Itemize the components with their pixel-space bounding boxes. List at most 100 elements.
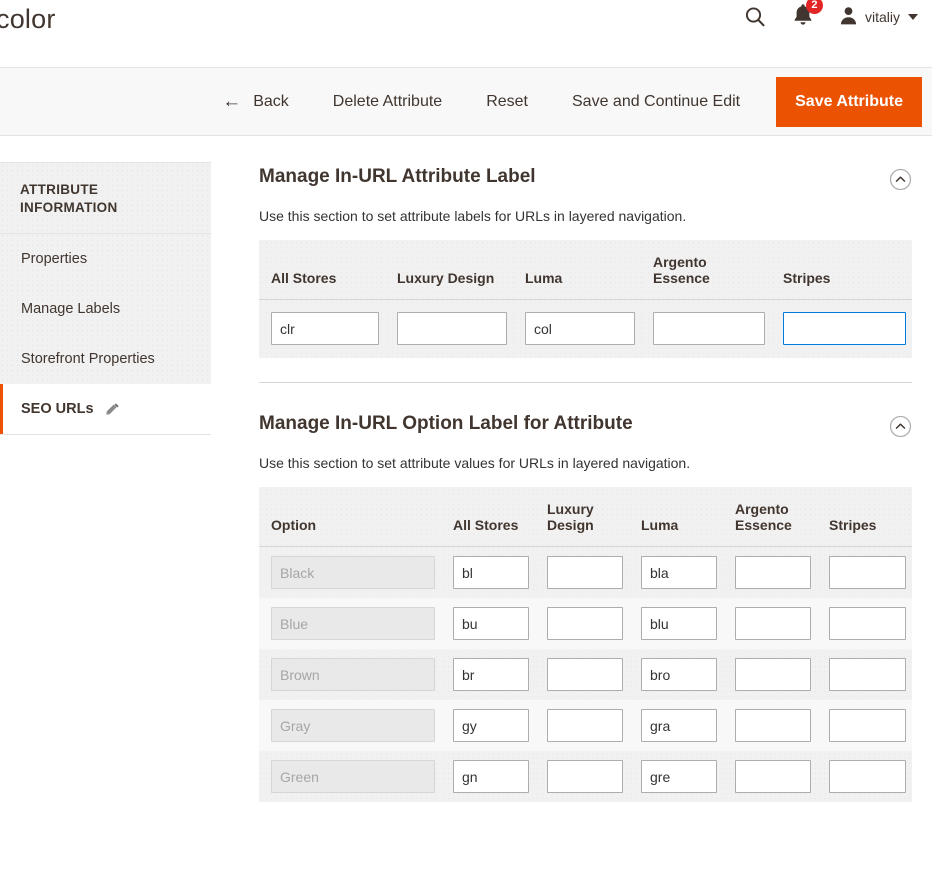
section-header: Manage In-URL Option Label for Attribute bbox=[259, 411, 912, 438]
section-title: Manage In-URL Attribute Label bbox=[259, 166, 536, 187]
option-label-input-all-stores[interactable] bbox=[453, 709, 529, 742]
chevron-down-icon bbox=[908, 14, 918, 20]
column-header-luxury-design: Luxury Design bbox=[385, 240, 513, 300]
cell-all-stores bbox=[441, 598, 535, 649]
sidebar-item-manage-labels[interactable]: Manage Labels bbox=[0, 284, 211, 334]
option-label-input-argento-essence[interactable] bbox=[735, 607, 811, 640]
page-actions-toolbar: ← Back Delete Attribute Reset Save and C… bbox=[0, 68, 932, 136]
column-header-stripes: Stripes bbox=[817, 487, 912, 547]
option-label-input-all-stores[interactable] bbox=[453, 556, 529, 589]
table-header-row: All Stores Luxury Design Luma Argento Es… bbox=[259, 240, 912, 300]
main-content: Manage In-URL Attribute Label Use this s… bbox=[211, 136, 932, 802]
cell-luxury-design bbox=[535, 700, 629, 751]
option-label-input-luma[interactable] bbox=[641, 607, 717, 640]
back-button[interactable]: ← Back bbox=[200, 82, 311, 121]
attribute-label-input-luxury-design[interactable] bbox=[397, 312, 507, 345]
option-label-input-argento-essence[interactable] bbox=[735, 760, 811, 793]
cell-option bbox=[259, 649, 441, 700]
user-name: vitaliy bbox=[864, 9, 900, 25]
option-label-input-luma[interactable] bbox=[641, 760, 717, 793]
option-label-input-all-stores[interactable] bbox=[453, 760, 529, 793]
table-row bbox=[259, 546, 912, 598]
option-label-input-luma[interactable] bbox=[641, 658, 717, 691]
column-header-argento-essence: Argento Essence bbox=[723, 487, 817, 547]
cell-luma bbox=[629, 649, 723, 700]
option-label-input-luxury-design[interactable] bbox=[547, 556, 623, 589]
option-label-input-stripes[interactable] bbox=[829, 760, 906, 793]
option-label-input-luma[interactable] bbox=[641, 556, 717, 589]
cell-stripes bbox=[817, 546, 912, 598]
notification-count-badge: 2 bbox=[805, 0, 823, 14]
header-tools: 2 vitaliy bbox=[743, 0, 918, 31]
page-wrapper: ATTRIBUTE INFORMATION Properties Manage … bbox=[0, 136, 932, 802]
search-icon[interactable] bbox=[743, 5, 767, 29]
cell-option bbox=[259, 546, 441, 598]
save-attribute-button[interactable]: Save Attribute bbox=[776, 76, 922, 127]
pencil-icon bbox=[105, 402, 120, 417]
option-label-input-stripes[interactable] bbox=[829, 658, 906, 691]
cell-all-stores bbox=[441, 546, 535, 598]
user-menu[interactable]: vitaliy bbox=[839, 6, 918, 28]
cell-luma bbox=[629, 598, 723, 649]
delete-attribute-button[interactable]: Delete Attribute bbox=[311, 83, 464, 121]
page-title: color bbox=[0, 4, 56, 34]
attribute-label-input-stripes[interactable] bbox=[783, 312, 906, 345]
section-divider bbox=[259, 382, 912, 383]
option-label-input-stripes[interactable] bbox=[829, 556, 906, 589]
option-label-input-all-stores[interactable] bbox=[453, 658, 529, 691]
reset-button[interactable]: Reset bbox=[464, 83, 550, 121]
section-manage-in-url-option-label: Manage In-URL Option Label for Attribute… bbox=[259, 411, 912, 802]
in-url-attribute-label-table: All Stores Luxury Design Luma Argento Es… bbox=[259, 240, 912, 358]
option-label-input-luxury-design[interactable] bbox=[547, 760, 623, 793]
chevron-up-circle-icon[interactable] bbox=[889, 415, 912, 438]
option-label-input-argento-essence[interactable] bbox=[735, 658, 811, 691]
option-label-input-stripes[interactable] bbox=[829, 709, 906, 742]
sidebar-title: ATTRIBUTE INFORMATION bbox=[0, 163, 211, 235]
option-label-input-luma[interactable] bbox=[641, 709, 717, 742]
arrow-left-icon: ← bbox=[222, 91, 242, 112]
section-manage-in-url-attribute-label: Manage In-URL Attribute Label Use this s… bbox=[259, 164, 912, 358]
option-label-input-argento-essence[interactable] bbox=[735, 556, 811, 589]
table-row bbox=[259, 700, 912, 751]
sidebar-item-seo-urls[interactable]: SEO URLs bbox=[0, 384, 211, 435]
option-name-input[interactable] bbox=[271, 607, 435, 640]
page-header: color 2 vitaliy bbox=[0, 0, 932, 68]
cell-luxury-design bbox=[535, 649, 629, 700]
cell-all-stores bbox=[441, 649, 535, 700]
table-row bbox=[259, 598, 912, 649]
cell-luxury-design bbox=[385, 299, 513, 358]
option-name-input[interactable] bbox=[271, 556, 435, 589]
sidebar-item-label: SEO URLs bbox=[21, 401, 94, 418]
section-title: Manage In-URL Option Label for Attribute bbox=[259, 413, 633, 434]
cell-argento-essence bbox=[723, 546, 817, 598]
attribute-label-input-all-stores[interactable] bbox=[271, 312, 379, 345]
option-label-input-luxury-design[interactable] bbox=[547, 607, 623, 640]
attribute-label-input-argento-essence[interactable] bbox=[653, 312, 765, 345]
cell-luxury-design bbox=[535, 598, 629, 649]
sidebar-item-storefront-properties[interactable]: Storefront Properties bbox=[0, 334, 211, 384]
column-header-all-stores: All Stores bbox=[259, 240, 385, 300]
option-name-input[interactable] bbox=[271, 709, 435, 742]
option-name-input[interactable] bbox=[271, 658, 435, 691]
option-label-input-stripes[interactable] bbox=[829, 607, 906, 640]
table-row bbox=[259, 649, 912, 700]
table-row bbox=[259, 299, 912, 358]
column-header-all-stores: All Stores bbox=[441, 487, 535, 547]
cell-argento-essence bbox=[723, 751, 817, 802]
option-label-input-argento-essence[interactable] bbox=[735, 709, 811, 742]
chevron-up-circle-icon[interactable] bbox=[889, 168, 912, 191]
column-header-luma: Luma bbox=[629, 487, 723, 547]
option-label-input-luxury-design[interactable] bbox=[547, 709, 623, 742]
sidebar-item-label: Storefront Properties bbox=[21, 351, 155, 368]
option-label-input-all-stores[interactable] bbox=[453, 607, 529, 640]
save-and-continue-edit-button[interactable]: Save and Continue Edit bbox=[550, 83, 762, 121]
notifications-button[interactable]: 2 bbox=[793, 0, 823, 31]
attribute-information-nav: ATTRIBUTE INFORMATION Properties Manage … bbox=[0, 162, 211, 436]
column-header-luma: Luma bbox=[513, 240, 641, 300]
option-name-input[interactable] bbox=[271, 760, 435, 793]
attribute-label-input-luma[interactable] bbox=[525, 312, 635, 345]
sidebar-item-properties[interactable]: Properties bbox=[0, 234, 211, 284]
cell-luxury-design bbox=[535, 751, 629, 802]
cell-all-stores bbox=[441, 751, 535, 802]
option-label-input-luxury-design[interactable] bbox=[547, 658, 623, 691]
